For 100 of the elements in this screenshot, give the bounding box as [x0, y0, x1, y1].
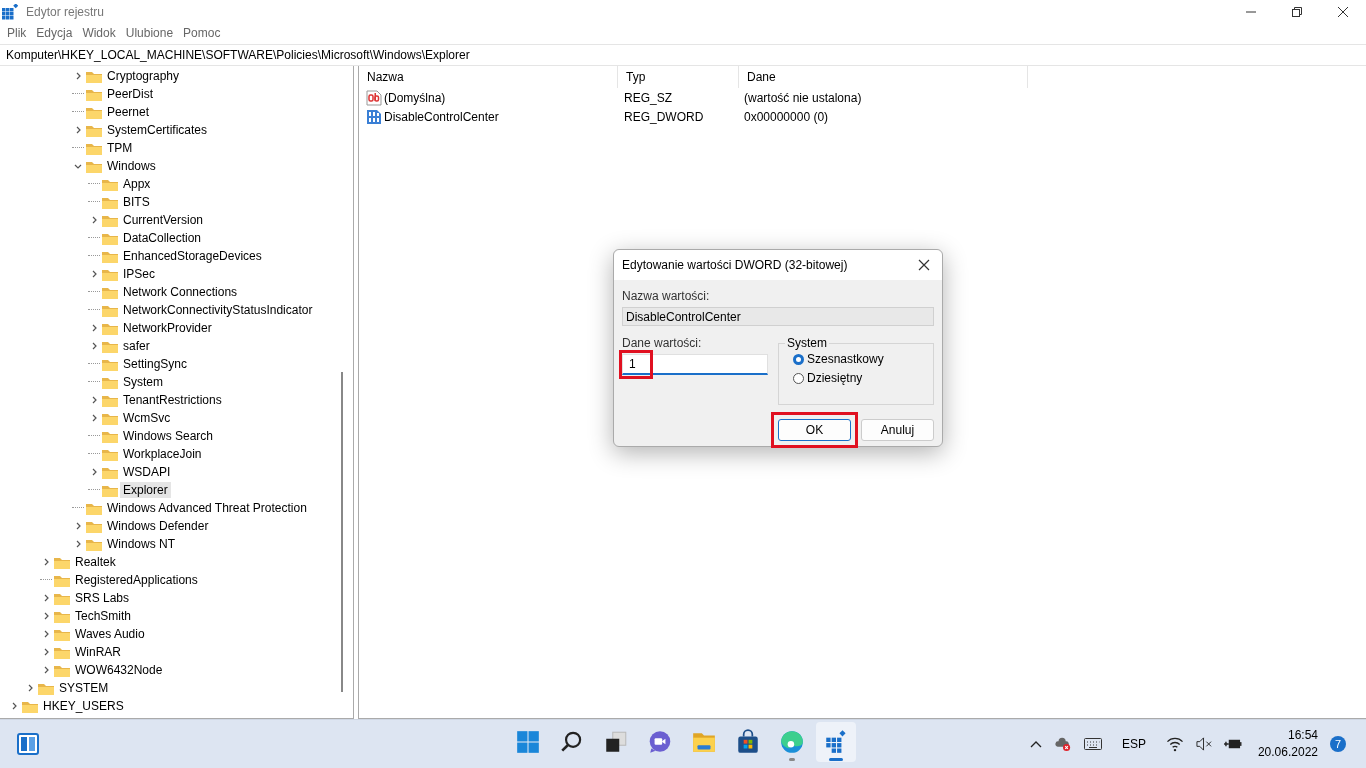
notification-badge[interactable]: 7 [1330, 736, 1346, 752]
tree-item[interactable]: SettingSync [120, 356, 191, 372]
tree-item[interactable]: RegisteredApplications [72, 572, 201, 588]
tree-item[interactable]: Peernet [104, 104, 153, 120]
task-view-icon [603, 729, 629, 755]
scrollbar-thumb[interactable] [341, 372, 343, 692]
folder-icon [38, 681, 54, 695]
tree-item[interactable]: WOW6432Node [72, 662, 166, 678]
value-data-field[interactable]: 1 [622, 354, 768, 375]
chevron-right-icon[interactable] [10, 702, 18, 710]
folder-icon [86, 519, 102, 533]
tree-item[interactable]: Appx [120, 176, 154, 192]
menu-item[interactable]: Ulubione [120, 26, 179, 40]
chevron-right-icon[interactable] [42, 666, 50, 674]
chevron-right-icon[interactable] [74, 126, 82, 134]
wifi-icon[interactable] [1165, 736, 1184, 752]
keyboard-icon[interactable] [1083, 736, 1102, 752]
tree-item[interactable]: Cryptography [104, 68, 183, 84]
tree-item[interactable]: Windows Defender [104, 518, 212, 534]
value-name[interactable]: DisableControlCenter [384, 109, 499, 124]
menu-item[interactable]: Pomoc [178, 26, 226, 40]
tree-item[interactable]: IPSec [120, 266, 158, 282]
chevron-right-icon[interactable] [74, 72, 82, 80]
start-icon [515, 729, 541, 755]
clock-date[interactable]: 20.06.2022 [1257, 744, 1318, 761]
binary-value-icon [366, 108, 382, 125]
tree-item[interactable]: Realtek [72, 554, 119, 570]
menu-item[interactable]: Edycja [31, 26, 78, 40]
chevron-right-icon[interactable] [90, 270, 98, 278]
column-header[interactable]: Nazwa [359, 66, 618, 88]
tree-item[interactable]: TenantRestrictions [120, 392, 225, 408]
chevron-right-icon[interactable] [90, 216, 98, 224]
tree-item[interactable]: Windows Advanced Threat Protection [104, 500, 310, 516]
folder-icon [102, 267, 118, 281]
tree-item[interactable]: Windows NT [104, 536, 178, 552]
tree-item[interactable]: Explorer [120, 482, 171, 498]
chevron-right-icon[interactable] [74, 540, 82, 548]
radio-button[interactable] [793, 372, 804, 384]
radio-label[interactable]: Dziesiętny [807, 371, 863, 385]
chevron-right-icon[interactable] [42, 630, 50, 638]
folder-icon [54, 627, 70, 641]
tree-item[interactable]: SRS Labs [72, 590, 133, 606]
tree-item[interactable]: WSDAPI [120, 464, 174, 480]
tree-item[interactable]: TechSmith [72, 608, 135, 624]
tree-item[interactable]: BITS [120, 194, 153, 210]
ok-button[interactable]: OK [778, 419, 851, 441]
tree-item[interactable]: WcmSvc [120, 410, 174, 426]
tree-item[interactable]: WorkplaceJoin [120, 446, 205, 462]
dialog-title: Edytowanie wartości DWORD (32-bitowej) [621, 258, 849, 272]
chevron-right-icon[interactable] [90, 468, 98, 476]
chevron-right-icon[interactable] [74, 522, 82, 530]
chevron-right-icon[interactable] [90, 396, 98, 404]
folder-icon [54, 663, 70, 677]
cancel-button[interactable]: Anuluj [861, 419, 934, 441]
tree-item[interactable]: NetworkProvider [120, 320, 215, 336]
folder-icon [86, 501, 102, 515]
tree-item[interactable]: Windows Search [120, 428, 217, 444]
chevron-right-icon[interactable] [90, 414, 98, 422]
tree-item[interactable]: HKEY_USERS [40, 698, 127, 714]
speaker-muted-icon[interactable] [1195, 736, 1212, 752]
menu-item[interactable]: Widok [77, 26, 121, 40]
tree-item[interactable]: PeerDist [104, 86, 156, 102]
language-indicator[interactable]: ESP [1121, 737, 1146, 751]
tree-item[interactable]: Windows [104, 158, 159, 174]
folder-icon [86, 105, 102, 119]
chevron-right-icon[interactable] [42, 594, 50, 602]
column-header[interactable]: Typ [618, 66, 739, 88]
tree-item[interactable]: DataCollection [120, 230, 205, 246]
chevron-right-icon[interactable] [90, 324, 98, 332]
address-bar[interactable]: Komputer\HKEY_LOCAL_MACHINE\SOFTWARE\Policies\Microsoft\Windows\Explorer [0, 44, 1366, 66]
widgets-icon[interactable] [16, 732, 40, 756]
tree-item[interactable]: NetworkConnectivityStatusIndicator [120, 302, 316, 318]
tree-item[interactable]: WinRAR [72, 644, 124, 660]
radio-label[interactable]: Szesnastkowy [807, 352, 884, 366]
chevron-right-icon[interactable] [90, 342, 98, 350]
group-title: System [785, 336, 829, 350]
value-type: REG_SZ [623, 90, 673, 105]
value-name-field[interactable]: DisableControlCenter [622, 307, 934, 326]
tree-item[interactable]: EnhancedStorageDevices [120, 248, 265, 264]
tree-item[interactable]: SYSTEM [56, 680, 112, 696]
menu-item[interactable]: Plik [2, 26, 32, 40]
tree-item[interactable]: CurrentVersion [120, 212, 207, 228]
chevron-right-icon[interactable] [42, 558, 50, 566]
folder-icon [22, 699, 38, 713]
tree-item[interactable]: Waves Audio [72, 626, 148, 642]
field-label: Dane wartości: [622, 336, 703, 350]
radio-button[interactable] [793, 353, 804, 365]
value-name[interactable]: (Domyślna) [384, 90, 446, 105]
tree-item[interactable]: safer [120, 338, 153, 354]
tree-item[interactable]: SystemCertificates [104, 122, 211, 138]
chevron-right-icon[interactable] [42, 648, 50, 656]
chevron-right-icon[interactable] [42, 612, 50, 620]
clock-time[interactable]: 16:54 [1287, 727, 1318, 744]
tree-item[interactable]: TPM [104, 140, 136, 156]
column-header[interactable]: Dane [739, 66, 1028, 88]
tree-item[interactable]: Network Connections [120, 284, 241, 300]
chevron-down-icon[interactable] [74, 162, 82, 170]
cloud-error-icon[interactable] [1053, 736, 1072, 752]
tree-item[interactable]: System [120, 374, 166, 390]
chevron-right-icon[interactable] [26, 684, 34, 692]
